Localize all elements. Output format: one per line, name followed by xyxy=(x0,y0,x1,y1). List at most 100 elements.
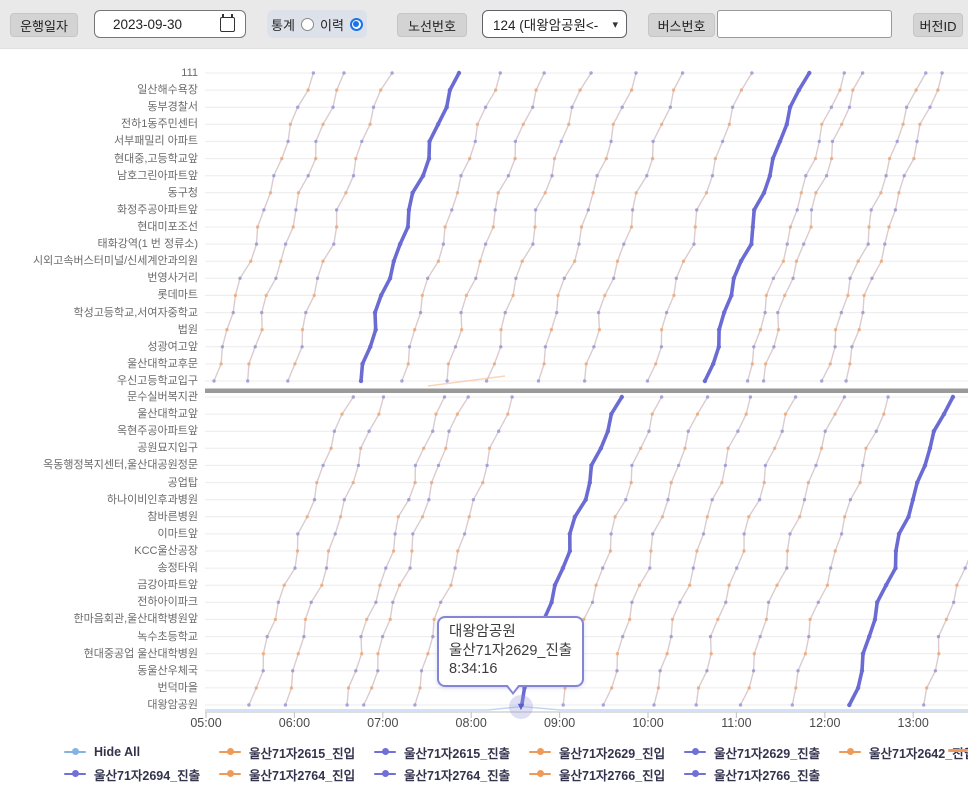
trip-point xyxy=(912,157,915,160)
trip-point xyxy=(817,601,820,604)
trip-point xyxy=(534,208,537,211)
trip-point xyxy=(710,652,713,655)
trip-point xyxy=(343,498,346,501)
trip-point xyxy=(785,122,789,126)
trip-point xyxy=(533,225,536,228)
trip-point xyxy=(648,566,651,569)
trip-point xyxy=(654,362,657,365)
trip-point xyxy=(861,652,865,656)
trip-point xyxy=(829,566,832,569)
trip-point xyxy=(426,277,429,280)
trip-point xyxy=(212,379,215,382)
trip-point xyxy=(563,686,566,689)
trip-point xyxy=(344,191,347,194)
trip-point xyxy=(807,71,811,75)
trip-point xyxy=(714,157,717,160)
trip-point xyxy=(280,157,283,160)
trip-point xyxy=(864,447,867,450)
trip-point xyxy=(550,174,553,177)
trip-point xyxy=(550,328,553,331)
trip-point xyxy=(485,464,488,467)
trip-point xyxy=(378,584,381,587)
trip-point xyxy=(818,140,821,143)
trip-point xyxy=(631,208,634,211)
station-label: 공업탑 xyxy=(0,476,198,490)
legend-item[interactable]: 울산71자2766_진출 xyxy=(684,765,839,784)
legend-label: 울산71자2764_진출 xyxy=(404,765,510,784)
route-select[interactable]: 124 (대왕암공원<- ▾ xyxy=(482,10,627,38)
station-label: 일산해수욕장 xyxy=(0,83,198,97)
trip-point xyxy=(906,515,910,519)
station-label: 울산대학교후문 xyxy=(0,357,198,371)
legend-label: 울산71자2766_진출 xyxy=(714,765,820,784)
operation-date-button[interactable]: 운행일자 xyxy=(10,13,78,37)
legend-item[interactable]: Hide All xyxy=(64,745,219,759)
trip-point xyxy=(531,242,534,245)
chevron-down-icon: ▾ xyxy=(612,18,618,31)
trip-point xyxy=(578,88,581,91)
legend-item[interactable]: 울산71자2694_진출 xyxy=(64,765,219,784)
trip-point xyxy=(861,71,864,74)
trip-point xyxy=(893,566,897,570)
legend-item[interactable]: 울산71자2642_진입 xyxy=(839,743,968,762)
trip-point xyxy=(791,277,794,280)
trip-point xyxy=(410,191,414,195)
trip-point xyxy=(352,481,355,484)
history-radio[interactable] xyxy=(350,18,363,31)
legend-item[interactable]: 울산71자2766_진입 xyxy=(529,765,684,784)
trip-point xyxy=(802,242,805,245)
legend-item[interactable]: 울산71자2615_진출 xyxy=(374,743,529,762)
trip-point xyxy=(542,362,545,365)
trip-point xyxy=(514,140,517,143)
legend-item[interactable]: 울산71자2629_진출 xyxy=(684,743,839,762)
trip-point xyxy=(820,379,823,382)
trip-point xyxy=(249,260,252,263)
trip-point xyxy=(377,412,380,415)
legend-item[interactable]: 울산71자2629_진입 xyxy=(529,743,684,762)
trip-point xyxy=(661,515,664,518)
trip-point xyxy=(327,549,330,552)
route-number-button[interactable]: 노선번호 xyxy=(397,13,467,37)
trip-point xyxy=(646,379,649,382)
trip-point xyxy=(445,105,449,109)
trip-point xyxy=(465,294,468,297)
trip-point xyxy=(460,328,463,331)
date-input[interactable]: 2023-09-30 xyxy=(94,10,246,38)
trip-point xyxy=(867,242,870,245)
station-label: 현대중,고등학교앞 xyxy=(0,152,198,166)
trip-point xyxy=(630,601,633,604)
stats-radio[interactable] xyxy=(301,18,314,31)
station-label: KCC울산공장 xyxy=(0,544,198,558)
trip-point xyxy=(873,617,877,621)
trip-point xyxy=(952,601,955,604)
hide-all-line[interactable] xyxy=(205,707,968,711)
legend-item[interactable]: 울산71자2764_진입 xyxy=(219,765,374,784)
trip-point xyxy=(694,225,697,228)
trip-point xyxy=(580,225,583,228)
trip-point xyxy=(437,260,440,263)
calendar-icon[interactable] xyxy=(220,17,235,32)
trip-point xyxy=(514,277,517,280)
legend-row: Hide All 울산71자2615_진입 울산71자2615_진출 울산71자… xyxy=(64,741,968,763)
highlighted-point-marker[interactable]: ▼ xyxy=(509,695,533,719)
legend-item[interactable]: 울산71자2615_진입 xyxy=(219,743,374,762)
trip-point xyxy=(398,242,402,246)
legend-item-clipped-marker[interactable] xyxy=(948,749,968,752)
trip-point xyxy=(905,106,908,109)
bus-number-button[interactable]: 버스번호 xyxy=(648,13,715,37)
legend-item[interactable]: 울산71자2764_진출 xyxy=(374,765,529,784)
bus-number-input[interactable] xyxy=(717,10,892,38)
trip-point xyxy=(609,549,612,552)
trip-point xyxy=(615,669,618,672)
trip-point xyxy=(474,140,477,143)
trip-point xyxy=(321,464,324,467)
trip-point xyxy=(513,157,516,160)
trip-point xyxy=(630,88,633,91)
trip-point xyxy=(427,498,430,501)
trip-point xyxy=(843,71,846,74)
trip-point xyxy=(764,362,767,365)
version-id-button[interactable]: 버전ID xyxy=(913,13,963,37)
trip-point xyxy=(932,429,936,433)
trip-point xyxy=(800,191,803,194)
trip-point xyxy=(459,174,462,177)
